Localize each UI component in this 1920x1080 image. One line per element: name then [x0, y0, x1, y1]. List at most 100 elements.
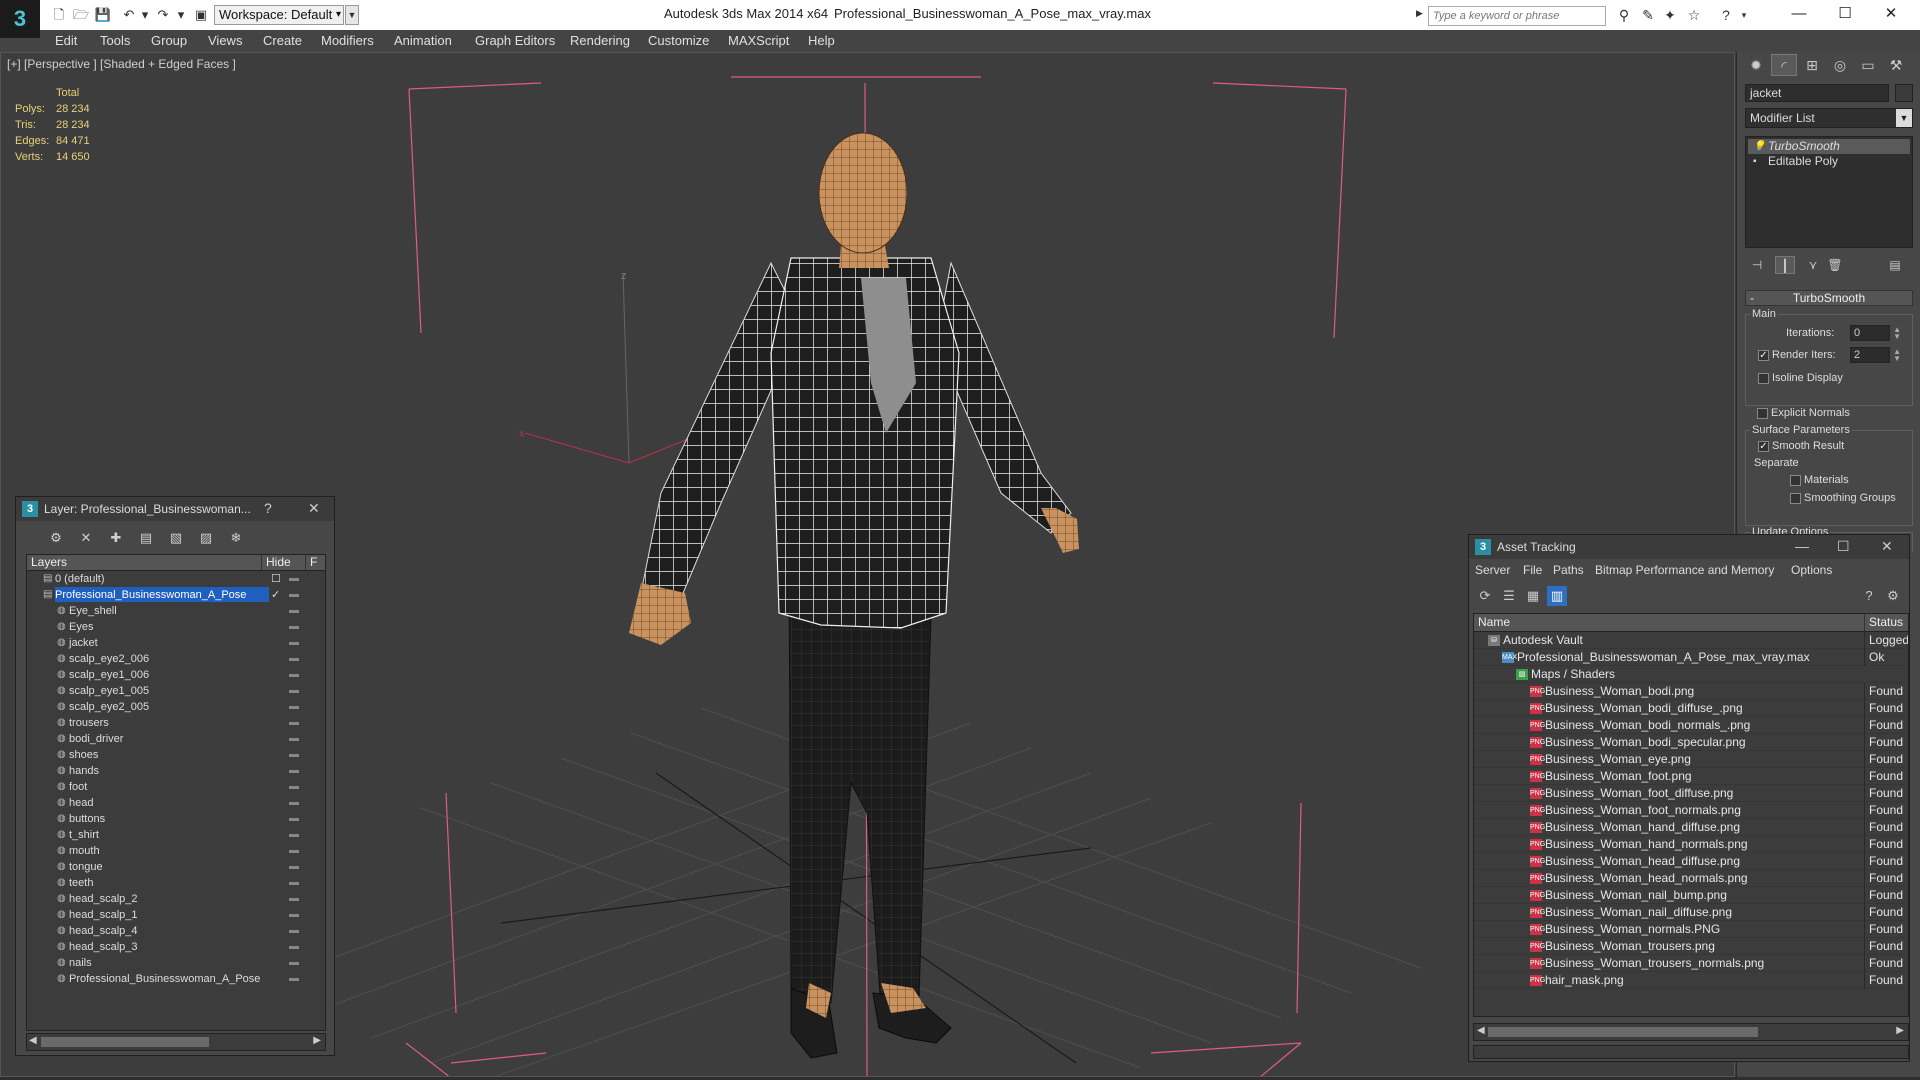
quick-access-dropdown[interactable]: ▼ [345, 5, 359, 25]
menu-maxscript[interactable]: MAXScript [728, 33, 789, 48]
hide-toggle-icon[interactable]: ▬ [289, 747, 299, 763]
asset-menu-bitmap-performance[interactable]: Bitmap Performance and Memory [1595, 563, 1774, 577]
asset-row[interactable]: PNG Business_Woman_nail_bump.png Found [1474, 887, 1908, 904]
asset-row[interactable]: PNG Business_Woman_eye.png Found [1474, 751, 1908, 768]
asset-path-field[interactable] [1473, 1045, 1909, 1059]
hide-toggle-icon[interactable]: ▬ [289, 955, 299, 971]
active-layer-toggle[interactable]: ☐ [271, 571, 281, 587]
scroll-thumb[interactable] [41, 1037, 209, 1047]
menu-edit[interactable]: Edit [55, 33, 77, 48]
render-iters-checkbox[interactable]: ✓ [1758, 350, 1769, 361]
asset-row[interactable]: PNG Business_Woman_trousers_normals.png Fo… [1474, 955, 1908, 972]
viewport-label[interactable]: [+] [Perspective ] [Shaded + Edged Faces… [7, 57, 236, 71]
smooth-result-checkbox[interactable]: ✓ [1758, 441, 1769, 452]
project-folder-icon[interactable]: ▣ [192, 6, 210, 24]
menu-modifiers[interactable]: Modifiers [321, 33, 374, 48]
menu-animation[interactable]: Animation [394, 33, 452, 48]
layer-row[interactable]: ◍ jacket ▬ [27, 635, 325, 651]
thumbnail-view-icon[interactable]: ▦ [1523, 586, 1543, 606]
layer-row[interactable]: ◍ Eyes ▬ [27, 619, 325, 635]
highlight-layer-icon[interactable]: ▧ [166, 529, 186, 547]
hide-toggle-icon[interactable]: ▬ [289, 651, 299, 667]
display-tab-icon[interactable]: ▭ [1855, 54, 1881, 76]
help-icon[interactable]: ? [1716, 6, 1736, 24]
make-unique-icon[interactable]: ⋎ [1803, 256, 1823, 274]
object-name-field[interactable]: jacket [1745, 84, 1889, 102]
save-icon[interactable]: 💾 [94, 6, 112, 24]
redo-icon[interactable]: ↷ [154, 6, 172, 24]
turbosmooth-rollout-header[interactable]: - TurboSmooth [1745, 290, 1913, 306]
app-logo-button[interactable]: 3 [0, 0, 40, 38]
layer-row[interactable]: ◍ head_scalp_1 ▬ [27, 907, 325, 923]
hide-toggle-icon[interactable]: ▬ [289, 827, 299, 843]
layer-row[interactable]: ◍ head_scalp_3 ▬ [27, 939, 325, 955]
hide-toggle-icon[interactable]: ▬ [289, 891, 299, 907]
layer-row[interactable]: ◍ hands ▬ [27, 763, 325, 779]
asset-row[interactable]: PNG Business_Woman_hand_diffuse.png Found [1474, 819, 1908, 836]
stack-item-editable-poly[interactable]: ▪ Editable Poly [1748, 154, 1910, 169]
create-tab-icon[interactable]: ✹ [1743, 54, 1769, 76]
materials-checkbox[interactable] [1790, 475, 1801, 486]
hide-all-icon[interactable]: ▨ [196, 529, 216, 547]
open-file-icon[interactable]: 🗁 [72, 6, 90, 24]
layer-horizontal-scrollbar[interactable]: ◀ ▶ [26, 1033, 326, 1051]
hide-toggle-icon[interactable]: ▬ [289, 635, 299, 651]
asset-row[interactable]: PNG Business_Woman_trousers.png Found [1474, 938, 1908, 955]
close-button[interactable]: ✕ [1881, 538, 1893, 555]
close-button[interactable]: ✕ [1868, 0, 1914, 30]
maximize-button[interactable]: ☐ [1837, 538, 1850, 555]
add-layer-icon[interactable]: ✚ [106, 529, 126, 547]
hide-toggle-icon[interactable]: ▬ [289, 859, 299, 875]
binoculars-icon[interactable]: ⚲ [1614, 6, 1634, 24]
asset-row[interactable]: PNG Business_Woman_nail_diffuse.png Found [1474, 904, 1908, 921]
layer-row[interactable]: ◍ mouth ▬ [27, 843, 325, 859]
maximize-button[interactable]: ☐ [1822, 0, 1868, 30]
layer-row[interactable]: ◍ Eye_shell ▬ [27, 603, 325, 619]
asset-row[interactable]: PNG Business_Woman_hand_normals.png Found [1474, 836, 1908, 853]
layer-row[interactable]: ◍ teeth ▬ [27, 875, 325, 891]
hide-toggle-icon[interactable]: ▬ [289, 811, 299, 827]
asset-menu-file[interactable]: File [1523, 563, 1542, 577]
scroll-left-icon[interactable]: ◀ [29, 1035, 37, 1046]
search-input[interactable]: Type a keyword or phrase [1428, 6, 1606, 26]
hide-toggle-icon[interactable]: ▬ [289, 763, 299, 779]
freeze-all-icon[interactable]: ❄ [226, 529, 246, 547]
menu-help[interactable]: Help [808, 33, 835, 48]
menu-rendering[interactable]: Rendering [570, 33, 630, 48]
asset-menu-options[interactable]: Options [1791, 563, 1832, 577]
layer-row[interactable]: ◍ bodi_driver ▬ [27, 731, 325, 747]
delete-layer-icon[interactable]: ✕ [76, 529, 96, 547]
workspace-select[interactable]: Workspace: Default ▾ [214, 5, 344, 25]
help-menu-icon[interactable]: ⚙ [1883, 586, 1903, 606]
menu-views[interactable]: Views [208, 33, 242, 48]
col-status[interactable]: Status [1864, 614, 1903, 631]
asset-panel-titlebar[interactable]: 3 Asset Tracking — ☐ ✕ [1469, 535, 1909, 559]
layer-row[interactable]: ◍ scalp_eye1_005 ▬ [27, 683, 325, 699]
communication-icon[interactable]: ✦ [1660, 6, 1680, 24]
scroll-left-icon[interactable]: ◀ [1477, 1025, 1485, 1036]
layer-row[interactable]: ◍ head ▬ [27, 795, 325, 811]
utilities-tab-icon[interactable]: ⚒ [1883, 54, 1909, 76]
select-objects-icon[interactable]: ▤ [136, 529, 156, 547]
configure-modifier-sets-icon[interactable]: ▤ [1885, 256, 1905, 274]
menu-graph-editors[interactable]: Graph Editors [475, 33, 555, 48]
layer-row[interactable]: ◍ scalp_eye2_006 ▬ [27, 651, 325, 667]
asset-menu-paths[interactable]: Paths [1553, 563, 1584, 577]
asset-row[interactable]: MAX Professional_Businesswoman_A_Pose_max… [1474, 649, 1908, 666]
list-view-icon[interactable]: ☰ [1499, 586, 1519, 606]
layer-row[interactable]: ◍ head_scalp_2 ▬ [27, 891, 325, 907]
asset-row[interactable]: PNG Business_Woman_bodi_specular.png Found [1474, 734, 1908, 751]
asset-row[interactable]: PNG Business_Woman_head_normals.png Found [1474, 870, 1908, 887]
scroll-right-icon[interactable]: ▶ [1896, 1025, 1904, 1036]
hide-toggle-icon[interactable]: ▬ [289, 587, 299, 603]
new-file-icon[interactable]: 🗋 [50, 6, 68, 24]
hide-toggle-icon[interactable]: ▬ [289, 795, 299, 811]
subscription-icon[interactable]: ✎ [1638, 6, 1658, 24]
layer-row[interactable]: ◍ Professional_Businesswoman_A_Pose ▬ [27, 971, 325, 987]
col-hide[interactable]: Hide [261, 555, 301, 570]
layer-row[interactable]: ◍ buttons ▬ [27, 811, 325, 827]
explicit-normals-checkbox[interactable] [1757, 408, 1768, 419]
asset-row[interactable]: PNG Business_Woman_foot_normals.png Found [1474, 802, 1908, 819]
layer-row[interactable]: ◍ foot ▬ [27, 779, 325, 795]
scroll-thumb[interactable] [1488, 1027, 1758, 1037]
